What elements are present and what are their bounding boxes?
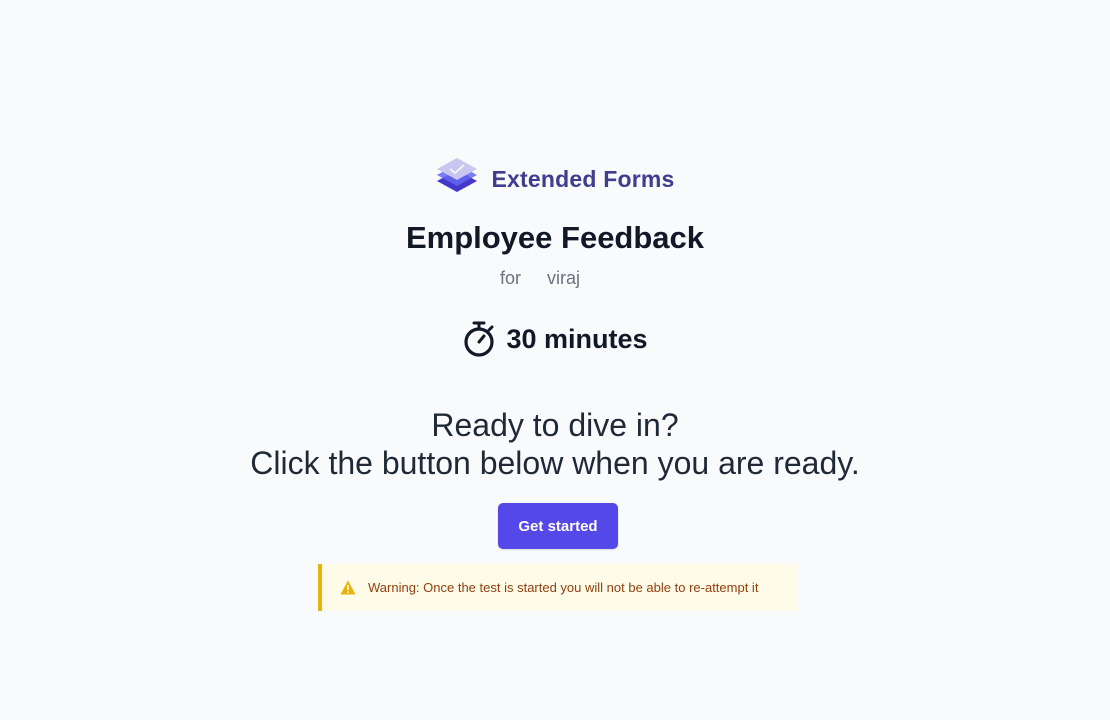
warning-text: Warning: Once the test is started you wi… xyxy=(368,580,759,595)
warning-alert: Warning: Once the test is started you wi… xyxy=(318,564,798,611)
warning-triangle-icon xyxy=(340,580,356,595)
duration-text: 30 minutes xyxy=(506,323,648,354)
brand-header: Extended Forms xyxy=(0,156,1110,202)
test-duration: 30 minutes xyxy=(0,320,1110,358)
for-label: for xyxy=(499,268,521,288)
form-title: Employee Feedback xyxy=(405,220,705,255)
start-page: Extended Forms Employee Feedback for vir… xyxy=(0,0,1110,720)
prompt-line-1: Ready to dive in? xyxy=(431,407,679,443)
brand-name: Extended Forms xyxy=(491,165,675,192)
stopwatch-icon xyxy=(464,321,495,357)
get-started-button[interactable]: Get started xyxy=(498,503,618,549)
extended-forms-logo-icon xyxy=(437,158,478,192)
recipient-name: viraj xyxy=(547,268,581,288)
ready-prompt: Ready to dive in? Click the button below… xyxy=(0,406,1110,482)
prompt-line-2: Click the button below when you are read… xyxy=(250,445,860,481)
form-recipient-line: for viraj xyxy=(0,268,1080,289)
